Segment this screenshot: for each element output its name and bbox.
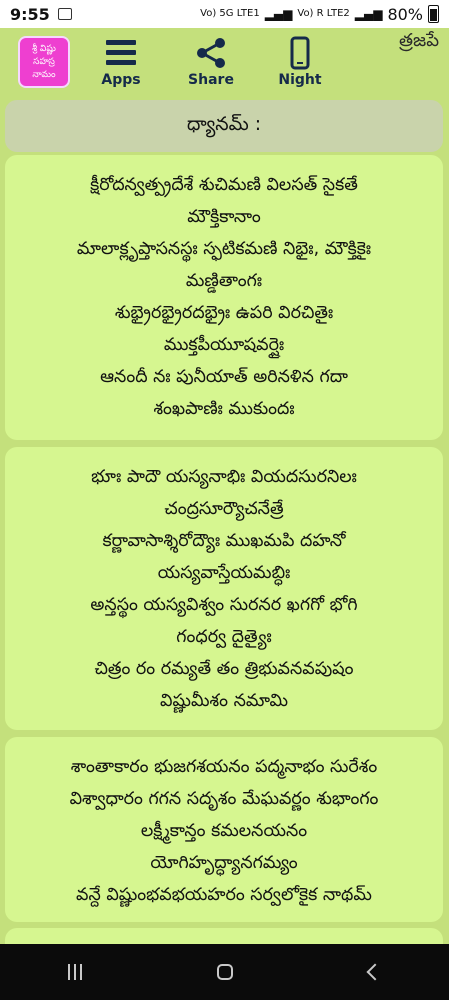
battery-icon xyxy=(428,5,439,23)
night-label: Night xyxy=(278,72,322,88)
menu-icon xyxy=(86,34,156,72)
share-button[interactable]: Share xyxy=(176,34,246,88)
signal-bars-icon-2: ▂▄▆ xyxy=(354,7,383,21)
signal-1-label: Vo) 5G LTE1 xyxy=(200,8,260,19)
system-navigation-bar xyxy=(0,944,449,1000)
back-icon[interactable] xyxy=(366,963,384,981)
signal-bars-icon: ▂▄▆ xyxy=(264,7,293,21)
verse-line: మౌక్తికానాం xyxy=(187,207,261,227)
battery-percent: 80% xyxy=(387,4,423,24)
verse-line: భూః పాదౌ యస్యనాభిః వియదసురనిలః xyxy=(91,467,357,487)
app-logo[interactable]: శ్రీ విష్ణు సహస్ర నామం xyxy=(18,36,70,88)
apps-button[interactable]: Apps xyxy=(86,34,156,88)
app-logo-text: శ్రీ విష్ణు సహస్ర నామం xyxy=(32,43,56,80)
verse-line: క్షీరోదన్వత్ప్రదేశే శుచిమణి విలసత్ సైకతే xyxy=(90,175,358,195)
status-bar: 9:55 Vo) 5G LTE1 ▂▄▆ Vo) R LTE2 ▂▄▆ 80% xyxy=(0,0,449,28)
home-icon[interactable] xyxy=(217,964,234,980)
verse-line: గంధర్వ దైత్యైః xyxy=(176,627,272,647)
verse-card: క్షీరోదన్వత్ప్రదేశే శుచిమణి విలసత్ సైకతే… xyxy=(5,155,443,440)
share-label: Share xyxy=(188,72,234,88)
status-icons: Vo) 5G LTE1 ▂▄▆ Vo) R LTE2 ▂▄▆ 80% xyxy=(200,5,439,24)
verse-line: యోగిహృద్ధ్యానగమ్యం xyxy=(150,853,298,873)
scrolled-text-fragment: త్రజపే xyxy=(399,30,439,51)
gallery-notification-icon xyxy=(57,8,72,20)
verse-card: భూః పాదౌ యస్యనాభిః వియదసురనిలః చంద్రసూర్… xyxy=(5,447,443,730)
verse-line: మాలాక్లృప్తాసనస్థః స్ఫటికమణి నిభైః, మౌక్… xyxy=(76,239,372,259)
night-mode-button[interactable]: Night xyxy=(265,34,335,88)
verse-line: చంద్రసూర్యౌచనేత్రే xyxy=(164,499,284,519)
verse-line: వన్దే విష్ణుంభవభయహరం సర్వలోకైక నాథమ్ xyxy=(76,885,372,905)
verse-line: కర్ణావాసాశ్శిరోద్యౌః ముఖమపి దహనో xyxy=(102,531,346,551)
verse-card: శాంతాకారం భుజగశయనం పద్మనాభం సురేశం విశ్వ… xyxy=(5,737,443,922)
apps-label: Apps xyxy=(101,72,141,88)
status-time: 9:55 xyxy=(10,4,50,24)
verse-line: లక్ష్మీకాన్తం కమలనయనం xyxy=(140,821,308,841)
verse-line: విశ్వాధారం గగన సదృశం మేఘవర్ణం శుభాంగం xyxy=(69,789,379,809)
signal-2-label: Vo) R LTE2 xyxy=(297,8,350,19)
app-toolbar: త్రజపే శ్రీ విష్ణు సహస్ర నామం Apps Share xyxy=(0,28,449,98)
verse-line: మణ్డితాంగః xyxy=(185,271,263,291)
phone-icon xyxy=(265,34,335,72)
verse-line: అన్తస్థం యస్యవిశ్వం సురనర ఖగగో భోగి xyxy=(90,595,358,615)
verse-line: ఆనందీ నః పునీయాత్ అరినళిన గదా xyxy=(100,367,348,387)
verse-line: యస్యవాస్తేయమబ్ధిః xyxy=(157,563,291,583)
verse-line: ముక్తపీయూషవర్షైః xyxy=(163,335,285,355)
share-icon xyxy=(176,34,246,72)
verse-line: విష్ణుమీశం నమామి xyxy=(160,691,288,711)
verse-line: శుభ్రైరభ్రైరదభ్రైః ఉపరి విరచితైః xyxy=(114,303,334,323)
section-title-bar: ధ్యానమ్ : xyxy=(5,100,443,152)
verse-line: శాంతాకారం భుజగశయనం పద్మనాభం సురేశం xyxy=(70,757,378,777)
verse-line: చిత్రం రం రమ్యతే తం త్రిభువనవపుషం xyxy=(94,659,354,679)
section-title: ధ్యానమ్ : xyxy=(186,112,262,135)
verse-line: శంఖపాణిః ముకుందః xyxy=(153,399,295,419)
recents-icon[interactable] xyxy=(67,964,82,980)
